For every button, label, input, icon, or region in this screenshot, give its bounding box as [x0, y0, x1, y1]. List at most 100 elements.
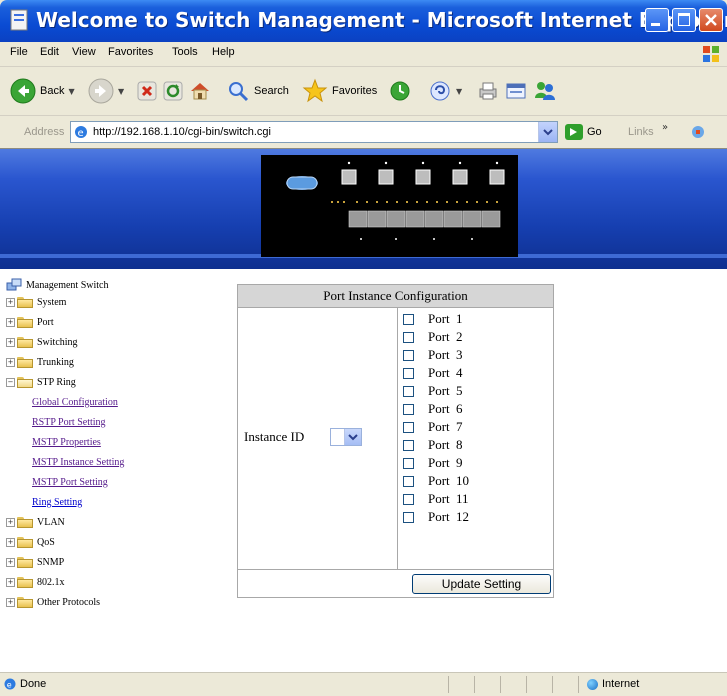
- tree-item-snmp[interactable]: + SNMP: [6, 554, 64, 570]
- instance-id-select[interactable]: [330, 428, 362, 446]
- tree-link-label[interactable]: MSTP Port Setting: [32, 477, 108, 488]
- menu-file[interactable]: File: [10, 46, 28, 58]
- tree-root-label: Management Switch: [26, 279, 109, 291]
- minimize-button[interactable]: [645, 8, 669, 32]
- port-row: Port 1: [403, 310, 463, 328]
- port-number: 6: [456, 401, 463, 416]
- refresh-icon: [163, 81, 183, 101]
- port-checkbox[interactable]: [403, 313, 414, 325]
- tree-link-label[interactable]: Ring Setting: [32, 497, 82, 508]
- port-checkbox[interactable]: [403, 493, 414, 505]
- tree-item-qos[interactable]: + QoS: [6, 534, 55, 550]
- collapse-icon[interactable]: −: [6, 377, 15, 387]
- tree-item-label: System: [37, 296, 67, 308]
- security-zone: Internet: [602, 678, 640, 690]
- port-checkbox[interactable]: [403, 385, 414, 397]
- tree-link-mstp-port-setting[interactable]: MSTP Port Setting: [32, 474, 108, 490]
- go-button[interactable]: Go: [565, 124, 602, 140]
- open-folder-icon: [17, 376, 33, 388]
- port-checkbox[interactable]: [403, 349, 414, 361]
- search-button[interactable]: Search: [226, 76, 289, 106]
- expand-icon[interactable]: +: [6, 317, 15, 327]
- tree-item-switching[interactable]: + Switching: [6, 334, 78, 350]
- tree-link-ring-setting[interactable]: Ring Setting: [32, 494, 82, 510]
- expand-icon[interactable]: +: [6, 337, 15, 347]
- chevron-down-icon[interactable]: ▼: [456, 87, 462, 96]
- folder-icon: [17, 596, 33, 608]
- folder-icon: [17, 356, 33, 368]
- expand-icon[interactable]: +: [6, 357, 15, 367]
- port-checkbox[interactable]: [403, 403, 414, 415]
- tree-item-vlan[interactable]: + VLAN: [6, 514, 65, 530]
- expand-icon[interactable]: +: [6, 597, 15, 607]
- port-row: Port 3: [403, 346, 463, 364]
- messenger-icon: [535, 82, 555, 100]
- tree-item-8021x[interactable]: + 802.1x: [6, 574, 65, 590]
- update-setting-button[interactable]: Update Setting: [412, 574, 551, 594]
- port-number: 5: [456, 383, 463, 398]
- tree-item-stp-ring[interactable]: − STP Ring: [6, 374, 76, 390]
- tree-link-label[interactable]: Global Configuration: [32, 397, 118, 408]
- tree-link-mstp-properties[interactable]: MSTP Properties: [32, 434, 101, 450]
- port-checkbox[interactable]: [403, 331, 414, 343]
- tree-item-system[interactable]: + System: [6, 294, 66, 310]
- menu-tools[interactable]: Tools: [172, 46, 198, 58]
- history-button[interactable]: [388, 76, 412, 106]
- tree-link-label[interactable]: MSTP Instance Setting: [32, 457, 124, 468]
- maximize-button[interactable]: [672, 8, 696, 32]
- tree-root[interactable]: Management Switch: [6, 277, 108, 293]
- tree-link-label[interactable]: MSTP Properties: [32, 437, 101, 448]
- port-checkbox[interactable]: [403, 457, 414, 469]
- tree-link-mstp-instance-setting[interactable]: MSTP Instance Setting: [32, 454, 124, 470]
- expand-icon[interactable]: +: [6, 537, 15, 547]
- chevron-down-icon[interactable]: ▼: [118, 87, 124, 96]
- tree-link-rstp-port-setting[interactable]: RSTP Port Setting: [32, 414, 106, 430]
- home-button[interactable]: [188, 76, 212, 106]
- menu-favorites[interactable]: Favorites: [108, 46, 153, 58]
- port-checkbox[interactable]: [403, 511, 414, 523]
- address-dropdown-button[interactable]: [538, 122, 557, 142]
- stop-button[interactable]: [136, 76, 158, 106]
- internet-zone-icon: [587, 679, 598, 690]
- back-button[interactable]: Back ▼: [10, 76, 75, 106]
- tree-link-label[interactable]: RSTP Port Setting: [32, 417, 106, 428]
- extension-icon[interactable]: [690, 124, 706, 140]
- tree-item-port[interactable]: + Port: [6, 314, 54, 330]
- page-done-icon: e: [4, 678, 16, 690]
- edit-button[interactable]: [504, 76, 528, 106]
- port-checkbox[interactable]: [403, 421, 414, 433]
- tree-item-trunking[interactable]: + Trunking: [6, 354, 74, 370]
- menu-view[interactable]: View: [72, 46, 96, 58]
- expand-icon[interactable]: +: [6, 517, 15, 527]
- mail-button[interactable]: ▼: [428, 76, 462, 106]
- folder-icon: [17, 576, 33, 588]
- forward-button[interactable]: ▼: [88, 76, 124, 106]
- favorites-button[interactable]: Favorites: [302, 76, 377, 106]
- port-number: 2: [456, 329, 463, 344]
- instance-id-label: Instance ID: [244, 429, 305, 444]
- chevron-double-right-icon[interactable]: »: [662, 122, 668, 133]
- menu-edit[interactable]: Edit: [40, 46, 59, 58]
- links-button[interactable]: Links: [628, 126, 654, 138]
- expand-icon[interactable]: +: [6, 577, 15, 587]
- port-checkbox[interactable]: [403, 475, 414, 487]
- tree-item-label: 802.1x: [37, 576, 65, 588]
- messenger-button[interactable]: [532, 76, 558, 106]
- port-checkbox[interactable]: [403, 439, 414, 451]
- address-input[interactable]: e http://192.168.1.10/cgi-bin/switch.cgi: [70, 121, 558, 143]
- chevron-down-icon[interactable]: ▼: [68, 87, 74, 96]
- title-bar: Welcome to Switch Management - Microsoft…: [0, 0, 727, 42]
- tree-item-label: SNMP: [37, 556, 65, 568]
- tree-link-global-configuration[interactable]: Global Configuration: [32, 394, 118, 410]
- port-checkbox[interactable]: [403, 367, 414, 379]
- menu-help[interactable]: Help: [212, 46, 235, 58]
- tree-item-other-protocols[interactable]: + Other Protocols: [6, 594, 100, 610]
- expand-icon[interactable]: +: [6, 557, 15, 567]
- table-title: Port Instance Configuration: [238, 285, 553, 308]
- close-button[interactable]: [699, 8, 723, 32]
- expand-icon[interactable]: +: [6, 297, 15, 307]
- refresh-button[interactable]: [162, 76, 184, 106]
- print-button[interactable]: [476, 76, 500, 106]
- address-label: Address: [24, 126, 65, 138]
- tree-item-label: VLAN: [37, 516, 65, 528]
